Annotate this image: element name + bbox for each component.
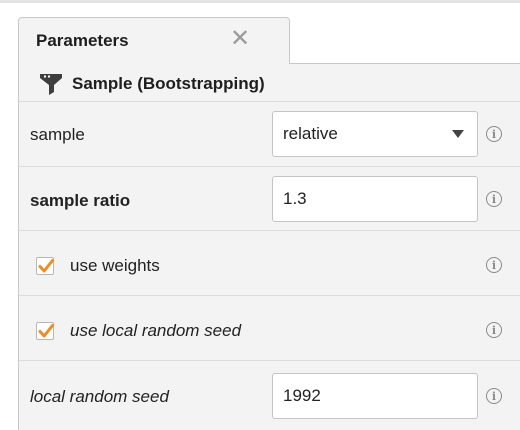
checkmark-icon — [38, 324, 54, 338]
sample-dropdown[interactable]: relative — [272, 111, 478, 157]
tab-parameters[interactable]: Parameters ✕ — [18, 17, 290, 64]
info-icon[interactable]: i — [486, 126, 502, 142]
use-local-random-seed-label[interactable]: use local random seed — [70, 321, 241, 341]
close-icon[interactable]: ✕ — [230, 27, 250, 51]
info-icon[interactable]: i — [486, 322, 502, 338]
use-weights-label[interactable]: use weights — [70, 256, 160, 276]
param-label-sample-ratio: sample ratio — [30, 191, 131, 210]
funnel-icon — [40, 74, 62, 95]
chevron-down-icon — [452, 130, 464, 138]
sample-dropdown-value: relative — [283, 124, 338, 143]
use-weights-checkbox[interactable] — [36, 257, 54, 275]
info-icon[interactable]: i — [486, 257, 502, 273]
info-icon[interactable]: i — [486, 388, 502, 404]
param-label-local-random-seed: local random seed — [30, 387, 169, 406]
sample-ratio-value: 1.3 — [283, 189, 307, 208]
local-random-seed-value: 1992 — [283, 386, 321, 405]
info-icon[interactable]: i — [486, 191, 502, 207]
tab-title: Parameters — [36, 31, 129, 50]
operator-header: Sample (Bootstrapping) — [38, 69, 265, 99]
sample-ratio-input[interactable]: 1.3 — [272, 176, 478, 222]
param-label-sample: sample — [30, 125, 85, 144]
use-local-random-seed-checkbox[interactable] — [36, 322, 54, 340]
local-random-seed-input[interactable]: 1992 — [272, 373, 478, 419]
checkmark-icon — [38, 259, 54, 273]
operator-title: Sample (Bootstrapping) — [72, 74, 265, 93]
top-border — [0, 0, 520, 3]
